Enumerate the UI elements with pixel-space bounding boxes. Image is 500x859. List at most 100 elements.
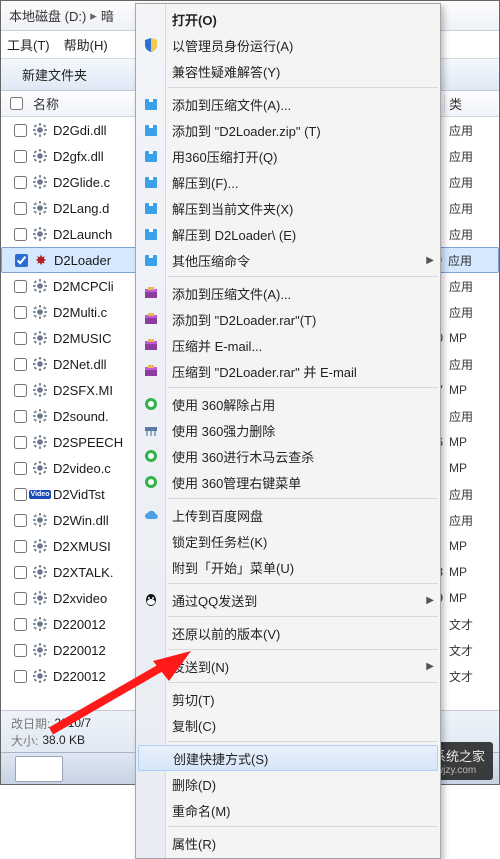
ctx-pin-start[interactable]: 附到「开始」菜单(U): [136, 554, 440, 580]
details-date-label: 改日期:: [11, 715, 50, 732]
file-checkbox[interactable]: [9, 202, 31, 215]
app-exe-icon: ✸: [32, 251, 50, 269]
file-type: 应用: [449, 408, 499, 425]
file-type: MP: [449, 591, 499, 605]
context-menu: 打开(O) 以管理员身份运行(A) 兼容性疑难解答(Y) 添加到压缩文件(A).…: [135, 3, 441, 859]
dll-gear-icon: [31, 407, 49, 425]
file-type: 应用: [448, 252, 498, 269]
file-type: 应用: [449, 304, 499, 321]
ctx-rar-email-named[interactable]: 压缩到 "D2Loader.rar" 并 E-mail: [136, 358, 440, 384]
ctx-360-extract-here[interactable]: 解压到当前文件夹(X): [136, 195, 440, 221]
file-type: 文才: [449, 668, 499, 685]
ctx-cut[interactable]: 剪切(T): [136, 686, 440, 712]
select-all-checkbox[interactable]: [1, 97, 31, 110]
file-type: MP: [449, 435, 499, 449]
file-checkbox[interactable]: [9, 566, 31, 579]
file-checkbox[interactable]: [9, 384, 31, 397]
new-folder-button[interactable]: 新建文件夹: [11, 60, 98, 89]
ctx-run-as-admin[interactable]: 以管理员身份运行(A): [136, 32, 440, 58]
breadcrumb-seg[interactable]: 暗: [101, 6, 114, 25]
ctx-360-unlock[interactable]: 使用 360解除占用: [136, 391, 440, 417]
ctx-create-shortcut[interactable]: 创建快捷方式(S): [138, 745, 438, 771]
ctx-rename[interactable]: 重命名(M): [136, 797, 440, 823]
dll-gear-icon: [31, 303, 49, 321]
ctx-360-open[interactable]: 用360压缩打开(Q): [136, 143, 440, 169]
ctx-baidu-pan[interactable]: 上传到百度网盘: [136, 502, 440, 528]
menu-help[interactable]: 帮助(H): [64, 35, 108, 54]
file-checkbox[interactable]: [9, 462, 31, 475]
ctx-rar-add-named[interactable]: 添加到 "D2Loader.rar"(T): [136, 306, 440, 332]
cloud-icon: [141, 505, 161, 525]
ctx-properties[interactable]: 属性(R): [136, 830, 440, 856]
ctx-360-force-delete[interactable]: 使用 360强力删除: [136, 417, 440, 443]
dll-gear-icon: [31, 459, 49, 477]
dll-gear-icon: [31, 225, 49, 243]
ctx-restore-previous[interactable]: 还原以前的版本(V): [136, 620, 440, 646]
details-size-label: 大小:: [11, 732, 38, 749]
archive-icon: [141, 224, 161, 244]
file-checkbox[interactable]: [9, 488, 31, 501]
breadcrumb-seg[interactable]: 本地磁盘 (D:): [9, 6, 86, 25]
file-type: MP: [449, 461, 499, 475]
dll-gear-icon: [31, 199, 49, 217]
file-checkbox[interactable]: [10, 254, 32, 267]
ctx-rar-add-archive[interactable]: 添加到压缩文件(A)...: [136, 280, 440, 306]
ctx-360-extract-folder[interactable]: 解压到 D2Loader\ (E): [136, 221, 440, 247]
file-checkbox[interactable]: [9, 436, 31, 449]
archive-icon: [141, 94, 161, 114]
winrar-icon: [141, 309, 161, 329]
ctx-rar-email[interactable]: 压缩并 E-mail...: [136, 332, 440, 358]
ctx-qq-send[interactable]: 通过QQ发送到 ▶: [136, 587, 440, 613]
file-checkbox[interactable]: [9, 670, 31, 683]
file-checkbox[interactable]: [9, 124, 31, 137]
dll-gear-icon: [31, 121, 49, 139]
ctx-360-manage-menu[interactable]: 使用 360管理右键菜单: [136, 469, 440, 495]
ctx-send-to[interactable]: 发送到(N) ▶: [136, 653, 440, 679]
dll-gear-icon: [31, 329, 49, 347]
menu-tools[interactable]: 工具(T): [7, 35, 50, 54]
file-checkbox[interactable]: [9, 540, 31, 553]
ctx-360-add-zip[interactable]: 添加到 "D2Loader.zip" (T): [136, 117, 440, 143]
file-type: 应用: [449, 226, 499, 243]
qq-icon: [141, 590, 161, 610]
360-icon: [141, 446, 161, 466]
ctx-360-trojan-scan[interactable]: 使用 360进行木马云查杀: [136, 443, 440, 469]
file-checkbox[interactable]: [9, 332, 31, 345]
winrar-icon: [141, 283, 161, 303]
ctx-open[interactable]: 打开(O): [136, 6, 440, 32]
ctx-360-other-compress[interactable]: 其他压缩命令 ▶: [136, 247, 440, 273]
ctx-delete[interactable]: 删除(D): [136, 771, 440, 797]
taskbar-thumbnail[interactable]: [15, 756, 63, 782]
ctx-360-extract-to[interactable]: 解压到(F)...: [136, 169, 440, 195]
file-type: 应用: [449, 148, 499, 165]
file-type: MP: [449, 331, 499, 345]
archive-icon: [141, 120, 161, 140]
ctx-copy[interactable]: 复制(C): [136, 712, 440, 738]
dll-gear-icon: [31, 615, 49, 633]
file-type: 应用: [449, 200, 499, 217]
file-type: MP: [449, 565, 499, 579]
file-checkbox[interactable]: [9, 150, 31, 163]
dll-gear-icon: [31, 563, 49, 581]
file-checkbox[interactable]: [9, 280, 31, 293]
file-checkbox[interactable]: [9, 592, 31, 605]
ctx-compat-troubleshoot[interactable]: 兼容性疑难解答(Y): [136, 58, 440, 84]
file-checkbox[interactable]: [9, 618, 31, 631]
details-date-value: 2010/7: [54, 716, 91, 730]
file-checkbox[interactable]: [9, 644, 31, 657]
file-checkbox[interactable]: [9, 410, 31, 423]
file-checkbox[interactable]: [9, 514, 31, 527]
column-type[interactable]: 类: [449, 94, 499, 113]
column-name[interactable]: 名称: [31, 94, 141, 113]
file-checkbox[interactable]: [9, 358, 31, 371]
archive-icon: [141, 198, 161, 218]
dll-gear-icon: [31, 511, 49, 529]
archive-icon: [141, 250, 161, 270]
file-type: 应用: [449, 278, 499, 295]
file-checkbox[interactable]: [9, 306, 31, 319]
file-checkbox[interactable]: [9, 176, 31, 189]
ctx-360-add-archive[interactable]: 添加到压缩文件(A)...: [136, 91, 440, 117]
360-icon: [141, 472, 161, 492]
file-checkbox[interactable]: [9, 228, 31, 241]
ctx-pin-taskbar[interactable]: 锁定到任务栏(K): [136, 528, 440, 554]
